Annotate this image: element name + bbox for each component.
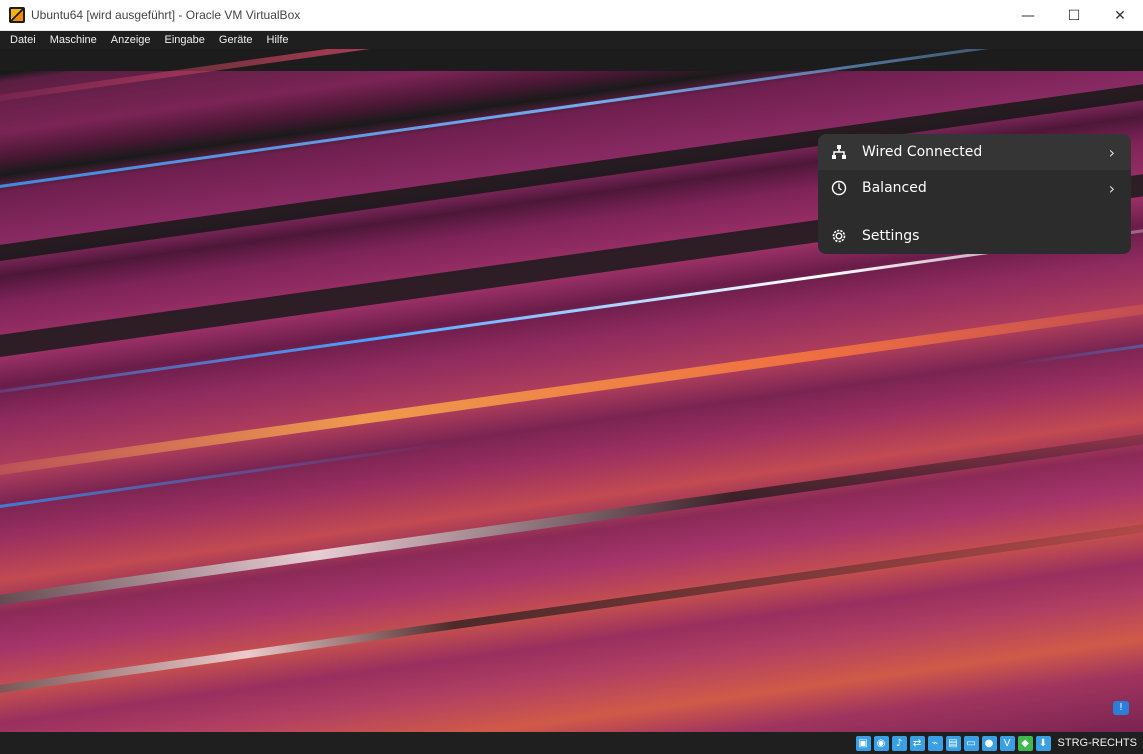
- wired-connected-item[interactable]: Wired Connected ›: [818, 134, 1131, 170]
- menu-eingabe[interactable]: Eingabe: [158, 31, 212, 49]
- chevron-right-icon: ›: [1108, 178, 1115, 198]
- minimize-icon: —: [1021, 7, 1035, 24]
- network-icon[interactable]: ⇄: [909, 735, 925, 751]
- window-title: Ubuntu64 [wird ausgeführt] - Oracle VM V…: [31, 8, 301, 22]
- mouse-integration-icon[interactable]: ⬇: [1035, 735, 1051, 751]
- top-panel: [0, 49, 1143, 71]
- maximize-icon: ☐: [1067, 7, 1081, 24]
- window-controls: — ☐ ✕: [1005, 0, 1143, 31]
- settings-label: Settings: [862, 228, 920, 244]
- balanced-label: Balanced: [862, 180, 927, 196]
- wallpaper-stripe: [0, 504, 1143, 707]
- usb-icon[interactable]: ⌁: [927, 735, 943, 751]
- menu-geraete[interactable]: Geräte: [212, 31, 260, 49]
- shared-folders-icon[interactable]: ▤: [945, 735, 961, 751]
- menu-datei[interactable]: Datei: [3, 31, 43, 49]
- chevron-right-icon: ›: [1108, 142, 1115, 162]
- hard-disk-icon[interactable]: ▣: [855, 735, 871, 751]
- system-menu-popup: Wired Connected › Balanced › Settings: [818, 134, 1131, 256]
- optical-drive-icon[interactable]: ◉: [873, 735, 889, 751]
- wired-connected-label: Wired Connected: [862, 144, 983, 160]
- maximize-button[interactable]: ☐: [1051, 0, 1097, 31]
- menu-maschine[interactable]: Maschine: [43, 31, 104, 49]
- display-icon[interactable]: ▭: [963, 735, 979, 751]
- menu-anzeige[interactable]: Anzeige: [104, 31, 158, 49]
- video-capture-icon[interactable]: ●: [981, 735, 997, 751]
- menu-hilfe[interactable]: Hilfe: [260, 31, 296, 49]
- close-button[interactable]: ✕: [1097, 0, 1143, 31]
- host-key-label: STRG-RECHTS: [1057, 737, 1137, 749]
- virtualbox-icon: [9, 7, 25, 23]
- status-bar: ▣ ◉ ♪ ⇄ ⌁ ▤ ▭ ● V ◆ ⬇ STRG-RECHTS: [0, 732, 1143, 754]
- minimize-button[interactable]: —: [1005, 0, 1051, 31]
- close-icon: ✕: [1114, 7, 1126, 24]
- wallpaper-stripe: [0, 324, 1143, 522]
- network-wired-icon: [830, 143, 848, 161]
- guest-additions-icon[interactable]: ◆: [1017, 735, 1033, 751]
- power-mode-item[interactable]: Balanced ›: [818, 170, 1131, 206]
- virtualization-icon[interactable]: V: [999, 735, 1015, 751]
- settings-item[interactable]: Settings: [818, 218, 1131, 254]
- menu-separator: [818, 206, 1131, 218]
- audio-icon[interactable]: ♪: [891, 735, 907, 751]
- status-icons: ▣ ◉ ♪ ⇄ ⌁ ▤ ▭ ● V ◆ ⬇ STRG-RECHTS: [855, 734, 1137, 752]
- title-bar: Ubuntu64 [wird ausgeführt] - Oracle VM V…: [0, 0, 1143, 31]
- power-profile-icon: [830, 179, 848, 197]
- menu-bar: Datei Maschine Anzeige Eingabe Geräte Hi…: [0, 31, 1143, 49]
- gear-icon: [830, 227, 848, 245]
- notification-icon[interactable]: !: [1113, 701, 1129, 715]
